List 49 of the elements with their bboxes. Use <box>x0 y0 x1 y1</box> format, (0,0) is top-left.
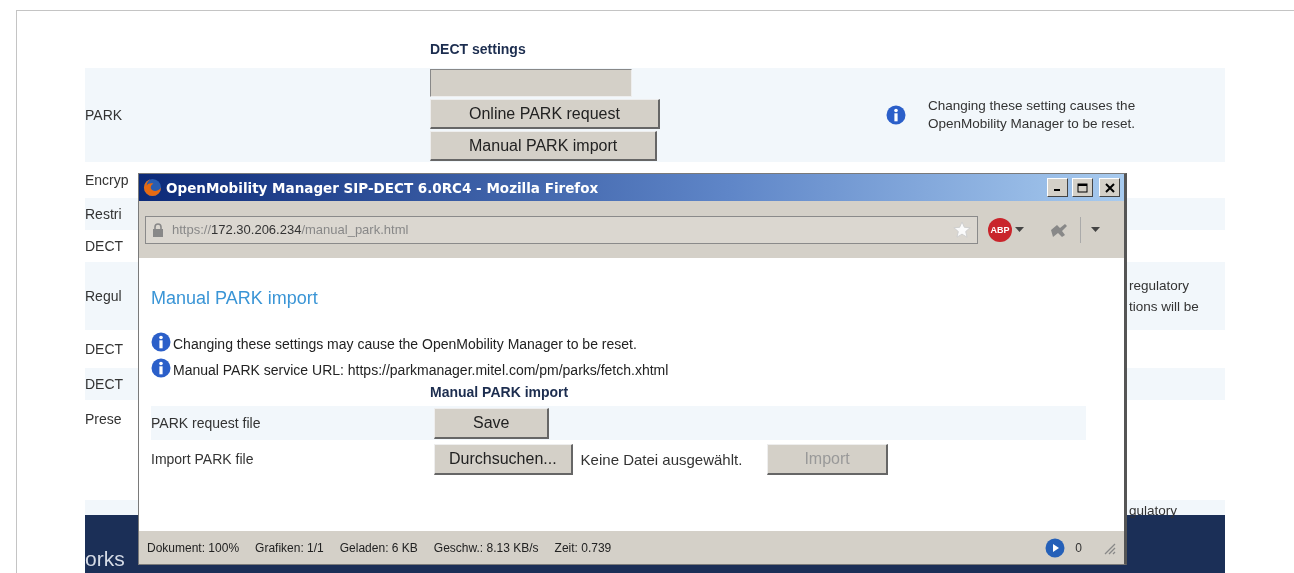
field-label: DECT <box>85 238 124 254</box>
window-title: OpenMobility Manager SIP-DECT 6.0RC4 - Mozilla Firefox <box>166 179 600 196</box>
field-label: DECT <box>85 376 124 392</box>
field-label: PARK request file <box>151 415 262 431</box>
page-heading: Manual PARK import <box>151 288 319 310</box>
field-label: Regul <box>85 288 122 304</box>
park-input-field[interactable] <box>430 69 632 97</box>
status-text: Dokument: 100% <box>147 540 240 555</box>
file-status: Keine Datei ausgewählt. <box>580 450 743 468</box>
star-icon[interactable] <box>953 220 971 239</box>
caret-icon[interactable] <box>1091 227 1100 232</box>
info-icon <box>151 358 171 378</box>
field-label: Restri <box>85 206 122 222</box>
status-count: 0 <box>1075 540 1082 555</box>
save-button[interactable]: Save <box>434 407 550 439</box>
browser-logo-icon <box>143 178 162 197</box>
browse-button[interactable]: Durchsuchen... <box>434 443 573 475</box>
caret-icon <box>1015 227 1024 232</box>
maximize-button[interactable] <box>1072 178 1093 197</box>
status-text: Zeit: 0.739 <box>554 540 612 555</box>
note-line: regulatory <box>1129 277 1191 295</box>
status-text: Geladen: 6 KB <box>339 540 418 555</box>
status-text: Grafiken: 1/1 <box>255 540 324 555</box>
field-label: Encryp <box>85 172 129 188</box>
info-icon <box>151 332 171 352</box>
close-icon <box>1104 182 1115 193</box>
note-line: gulatory <box>1129 502 1179 520</box>
maximize-icon <box>1077 182 1088 193</box>
field-label: PARK <box>85 107 124 123</box>
status-text: Geschw.: 8.13 KB/s <box>433 540 539 555</box>
reset-note: Changing these setting causes the OpenMobility Manager to be reset. <box>928 97 1137 133</box>
park-button[interactable]: Manual PARK import <box>430 131 658 161</box>
play-icon[interactable] <box>1045 537 1066 558</box>
info-note: Changing these settings may cause the OpenMobility Manager to be reset. <box>173 336 637 352</box>
note-line: tions will be <box>1129 298 1200 316</box>
park-button[interactable]: Online PARK request <box>430 99 660 129</box>
table-title: Manual PARK import <box>430 384 569 400</box>
footer-text: orks <box>85 547 125 571</box>
url-text: https://172.30.206.234/manual_park.html <box>172 222 410 237</box>
section-title: DECT settings <box>430 41 526 57</box>
field-label: DECT <box>85 341 124 357</box>
info-note: Manual PARK service URL: https://parkmanager.mitel.com/pm/parks/fetch.xhtml <box>173 362 669 378</box>
info-icon <box>886 105 906 125</box>
close-button[interactable] <box>1099 178 1120 197</box>
lock-icon <box>152 222 164 237</box>
minimize-button[interactable] <box>1047 178 1068 197</box>
address-bar[interactable]: https://172.30.206.234/manual_park.html <box>145 215 978 244</box>
field-label: Import PARK file <box>151 451 255 467</box>
field-label: Prese <box>85 411 122 427</box>
